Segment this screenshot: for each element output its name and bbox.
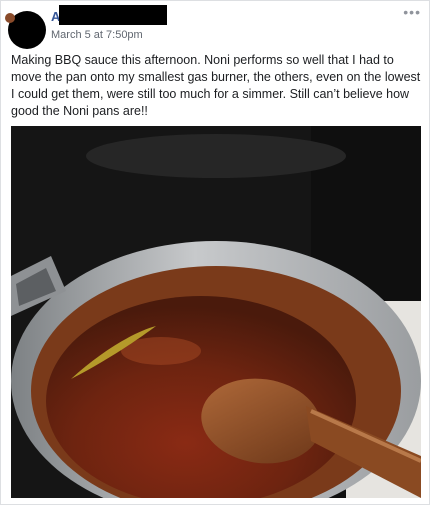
- more-options-icon[interactable]: •••: [403, 5, 421, 19]
- post-text: Making BBQ sauce this afternoon. Noni pe…: [11, 53, 421, 118]
- avatar[interactable]: [5, 11, 46, 49]
- bbq-sauce-pan-photo: [11, 126, 421, 498]
- name-redaction: [59, 5, 167, 25]
- avatar-edge: [5, 13, 15, 23]
- post-photo[interactable]: [11, 126, 421, 498]
- post-card: A March 5 at 7:50pm ••• Making BBQ sauce…: [0, 0, 430, 505]
- post-timestamp[interactable]: March 5 at 7:50pm: [51, 28, 143, 42]
